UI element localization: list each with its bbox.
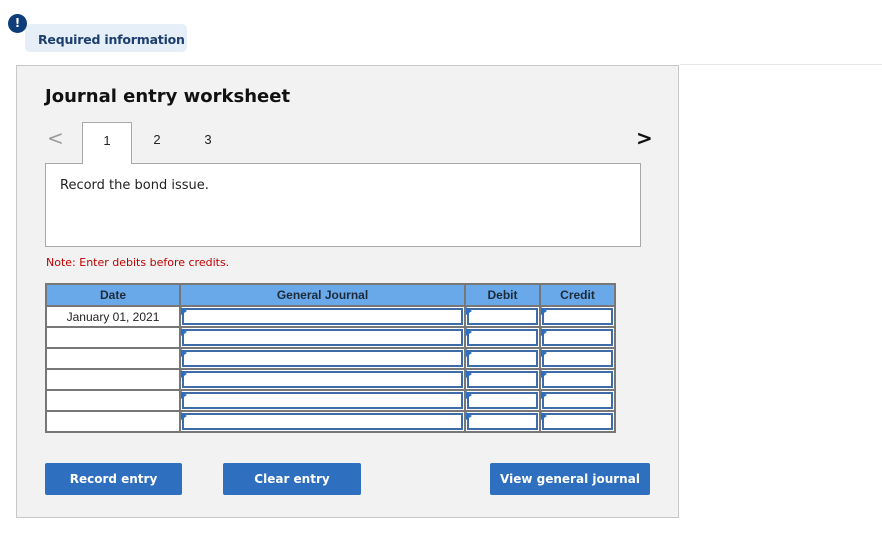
- credit-cell: [539, 368, 616, 391]
- table-row: [45, 410, 616, 433]
- journal-entry-worksheet-panel: Journal entry worksheet < 1 2 3 > Record…: [16, 65, 679, 518]
- dropdown-indicator-icon: [181, 412, 187, 420]
- credit-input[interactable]: [542, 350, 613, 367]
- account-input[interactable]: [182, 371, 463, 388]
- credit-cell: [539, 305, 616, 328]
- date-cell: [45, 368, 181, 391]
- debit-cell: [464, 410, 541, 433]
- date-cell: [45, 326, 181, 349]
- view-general-journal-button[interactable]: View general journal: [490, 463, 650, 495]
- dropdown-indicator-icon: [466, 370, 472, 378]
- required-information-badge: Required information: [25, 24, 187, 52]
- credit-cell: [539, 389, 616, 412]
- previous-chevron-icon[interactable]: <: [47, 126, 64, 150]
- dropdown-indicator-icon: [541, 328, 547, 336]
- debit-cell: [464, 305, 541, 328]
- worksheet-title: Journal entry worksheet: [45, 86, 291, 107]
- column-header-general-journal: General Journal: [179, 283, 466, 307]
- account-cell: [179, 389, 466, 412]
- column-header-debit: Debit: [464, 283, 541, 307]
- credit-input[interactable]: [542, 392, 613, 409]
- dropdown-indicator-icon: [466, 412, 472, 420]
- tab-2[interactable]: 2: [132, 122, 182, 163]
- table-row: [45, 326, 616, 349]
- clear-entry-button[interactable]: Clear entry: [223, 463, 361, 495]
- debit-cell: [464, 326, 541, 349]
- journal-entry-table: Date General Journal Debit Credit Januar…: [45, 283, 616, 433]
- dropdown-indicator-icon: [541, 370, 547, 378]
- debit-input[interactable]: [467, 350, 538, 367]
- instruction-text: Record the bond issue.: [60, 178, 209, 193]
- tab-1[interactable]: 1: [82, 122, 132, 164]
- account-input[interactable]: [182, 392, 463, 409]
- debits-before-credits-note: Note: Enter debits before credits.: [46, 256, 230, 269]
- debit-cell: [464, 347, 541, 370]
- dropdown-indicator-icon: [181, 349, 187, 357]
- credit-cell: [539, 410, 616, 433]
- date-cell: [45, 347, 181, 370]
- debit-input[interactable]: [467, 329, 538, 346]
- required-information-label: Required information: [38, 32, 185, 47]
- account-input[interactable]: [182, 308, 463, 325]
- account-cell: [179, 326, 466, 349]
- table-row: [45, 347, 616, 370]
- account-input[interactable]: [182, 350, 463, 367]
- debit-input[interactable]: [467, 392, 538, 409]
- dropdown-indicator-icon: [541, 349, 547, 357]
- record-entry-button[interactable]: Record entry: [45, 463, 182, 495]
- dropdown-indicator-icon: [541, 412, 547, 420]
- credit-input[interactable]: [542, 329, 613, 346]
- account-cell: [179, 347, 466, 370]
- top-divider: [680, 64, 882, 65]
- date-cell: [45, 410, 181, 433]
- next-chevron-icon[interactable]: >: [636, 126, 653, 150]
- debit-input[interactable]: [467, 371, 538, 388]
- dropdown-indicator-icon: [466, 349, 472, 357]
- account-input[interactable]: [182, 329, 463, 346]
- dropdown-indicator-icon: [541, 307, 547, 315]
- dropdown-indicator-icon: [466, 307, 472, 315]
- credit-input[interactable]: [542, 308, 613, 325]
- dropdown-indicator-icon: [181, 391, 187, 399]
- column-header-credit: Credit: [539, 283, 616, 307]
- date-cell: January 01, 2021: [45, 305, 181, 328]
- credit-input[interactable]: [542, 413, 613, 430]
- table-row: [45, 389, 616, 412]
- account-cell: [179, 305, 466, 328]
- credit-cell: [539, 326, 616, 349]
- debit-input[interactable]: [467, 413, 538, 430]
- dropdown-indicator-icon: [466, 391, 472, 399]
- debit-cell: [464, 389, 541, 412]
- account-cell: [179, 410, 466, 433]
- credit-input[interactable]: [542, 371, 613, 388]
- credit-cell: [539, 347, 616, 370]
- instruction-box: Record the bond issue.: [45, 163, 641, 247]
- tab-3[interactable]: 3: [183, 122, 233, 163]
- exclamation-icon: !: [8, 14, 27, 33]
- dropdown-indicator-icon: [181, 370, 187, 378]
- debit-input[interactable]: [467, 308, 538, 325]
- dropdown-indicator-icon: [181, 307, 187, 315]
- column-header-date: Date: [45, 283, 181, 307]
- dropdown-indicator-icon: [541, 391, 547, 399]
- debit-cell: [464, 368, 541, 391]
- account-input[interactable]: [182, 413, 463, 430]
- table-row: [45, 368, 616, 391]
- dropdown-indicator-icon: [466, 328, 472, 336]
- date-cell: [45, 389, 181, 412]
- dropdown-indicator-icon: [181, 328, 187, 336]
- account-cell: [179, 368, 466, 391]
- table-row: January 01, 2021: [45, 305, 616, 328]
- table-header-row: Date General Journal Debit Credit: [45, 283, 616, 307]
